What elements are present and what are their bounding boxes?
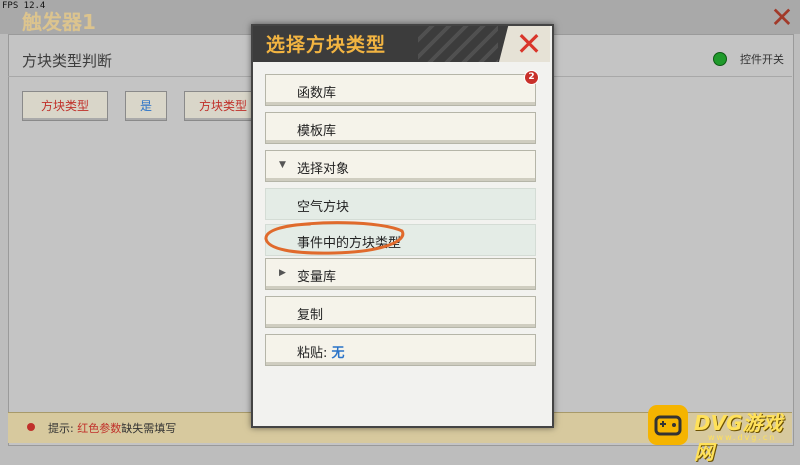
notification-badge: 2 (524, 70, 539, 85)
control-switch-toggle[interactable] (713, 52, 727, 66)
menu-item-select-object[interactable]: ▼ 选择对象 (265, 150, 536, 182)
close-icon[interactable]: ✕ (768, 4, 796, 32)
chevron-down-icon: ▼ (279, 160, 286, 170)
menu-item-function-library[interactable]: 函数库 (265, 74, 536, 106)
watermark-url: www.dvg.cn (708, 433, 777, 442)
chevron-right-icon: ▶ (279, 268, 286, 278)
condition-param-button[interactable]: 方块类型 (22, 91, 108, 121)
close-icon: ✕ (515, 25, 543, 63)
annotation-circle (264, 221, 405, 255)
submenu-item-air-block[interactable]: 空气方块 (265, 188, 536, 220)
hint-dot-icon (27, 423, 35, 431)
menu-item-paste[interactable]: 粘贴: 无 (265, 334, 536, 366)
header-stripe-decoration (418, 26, 498, 62)
menu-item-template-library[interactable]: 模板库 (265, 112, 536, 144)
menu-item-copy[interactable]: 复制 (265, 296, 536, 328)
menu-item-variable-library[interactable]: ▶ 变量库 (265, 258, 536, 290)
dialog-title: 选择方块类型 (266, 34, 387, 56)
section-title: 方块类型判断 (22, 52, 113, 70)
condition-operator-button[interactable]: 是 (125, 91, 167, 121)
gamepad-icon (648, 405, 688, 445)
hint-text: 提示: 红色参数缺失需填写 (48, 422, 177, 435)
control-switch-label: 控件开关 (740, 53, 784, 66)
trigger-title: 触发器1 (22, 10, 96, 34)
watermark-logo: DVG游戏网 www.dvg.cn (648, 403, 798, 464)
